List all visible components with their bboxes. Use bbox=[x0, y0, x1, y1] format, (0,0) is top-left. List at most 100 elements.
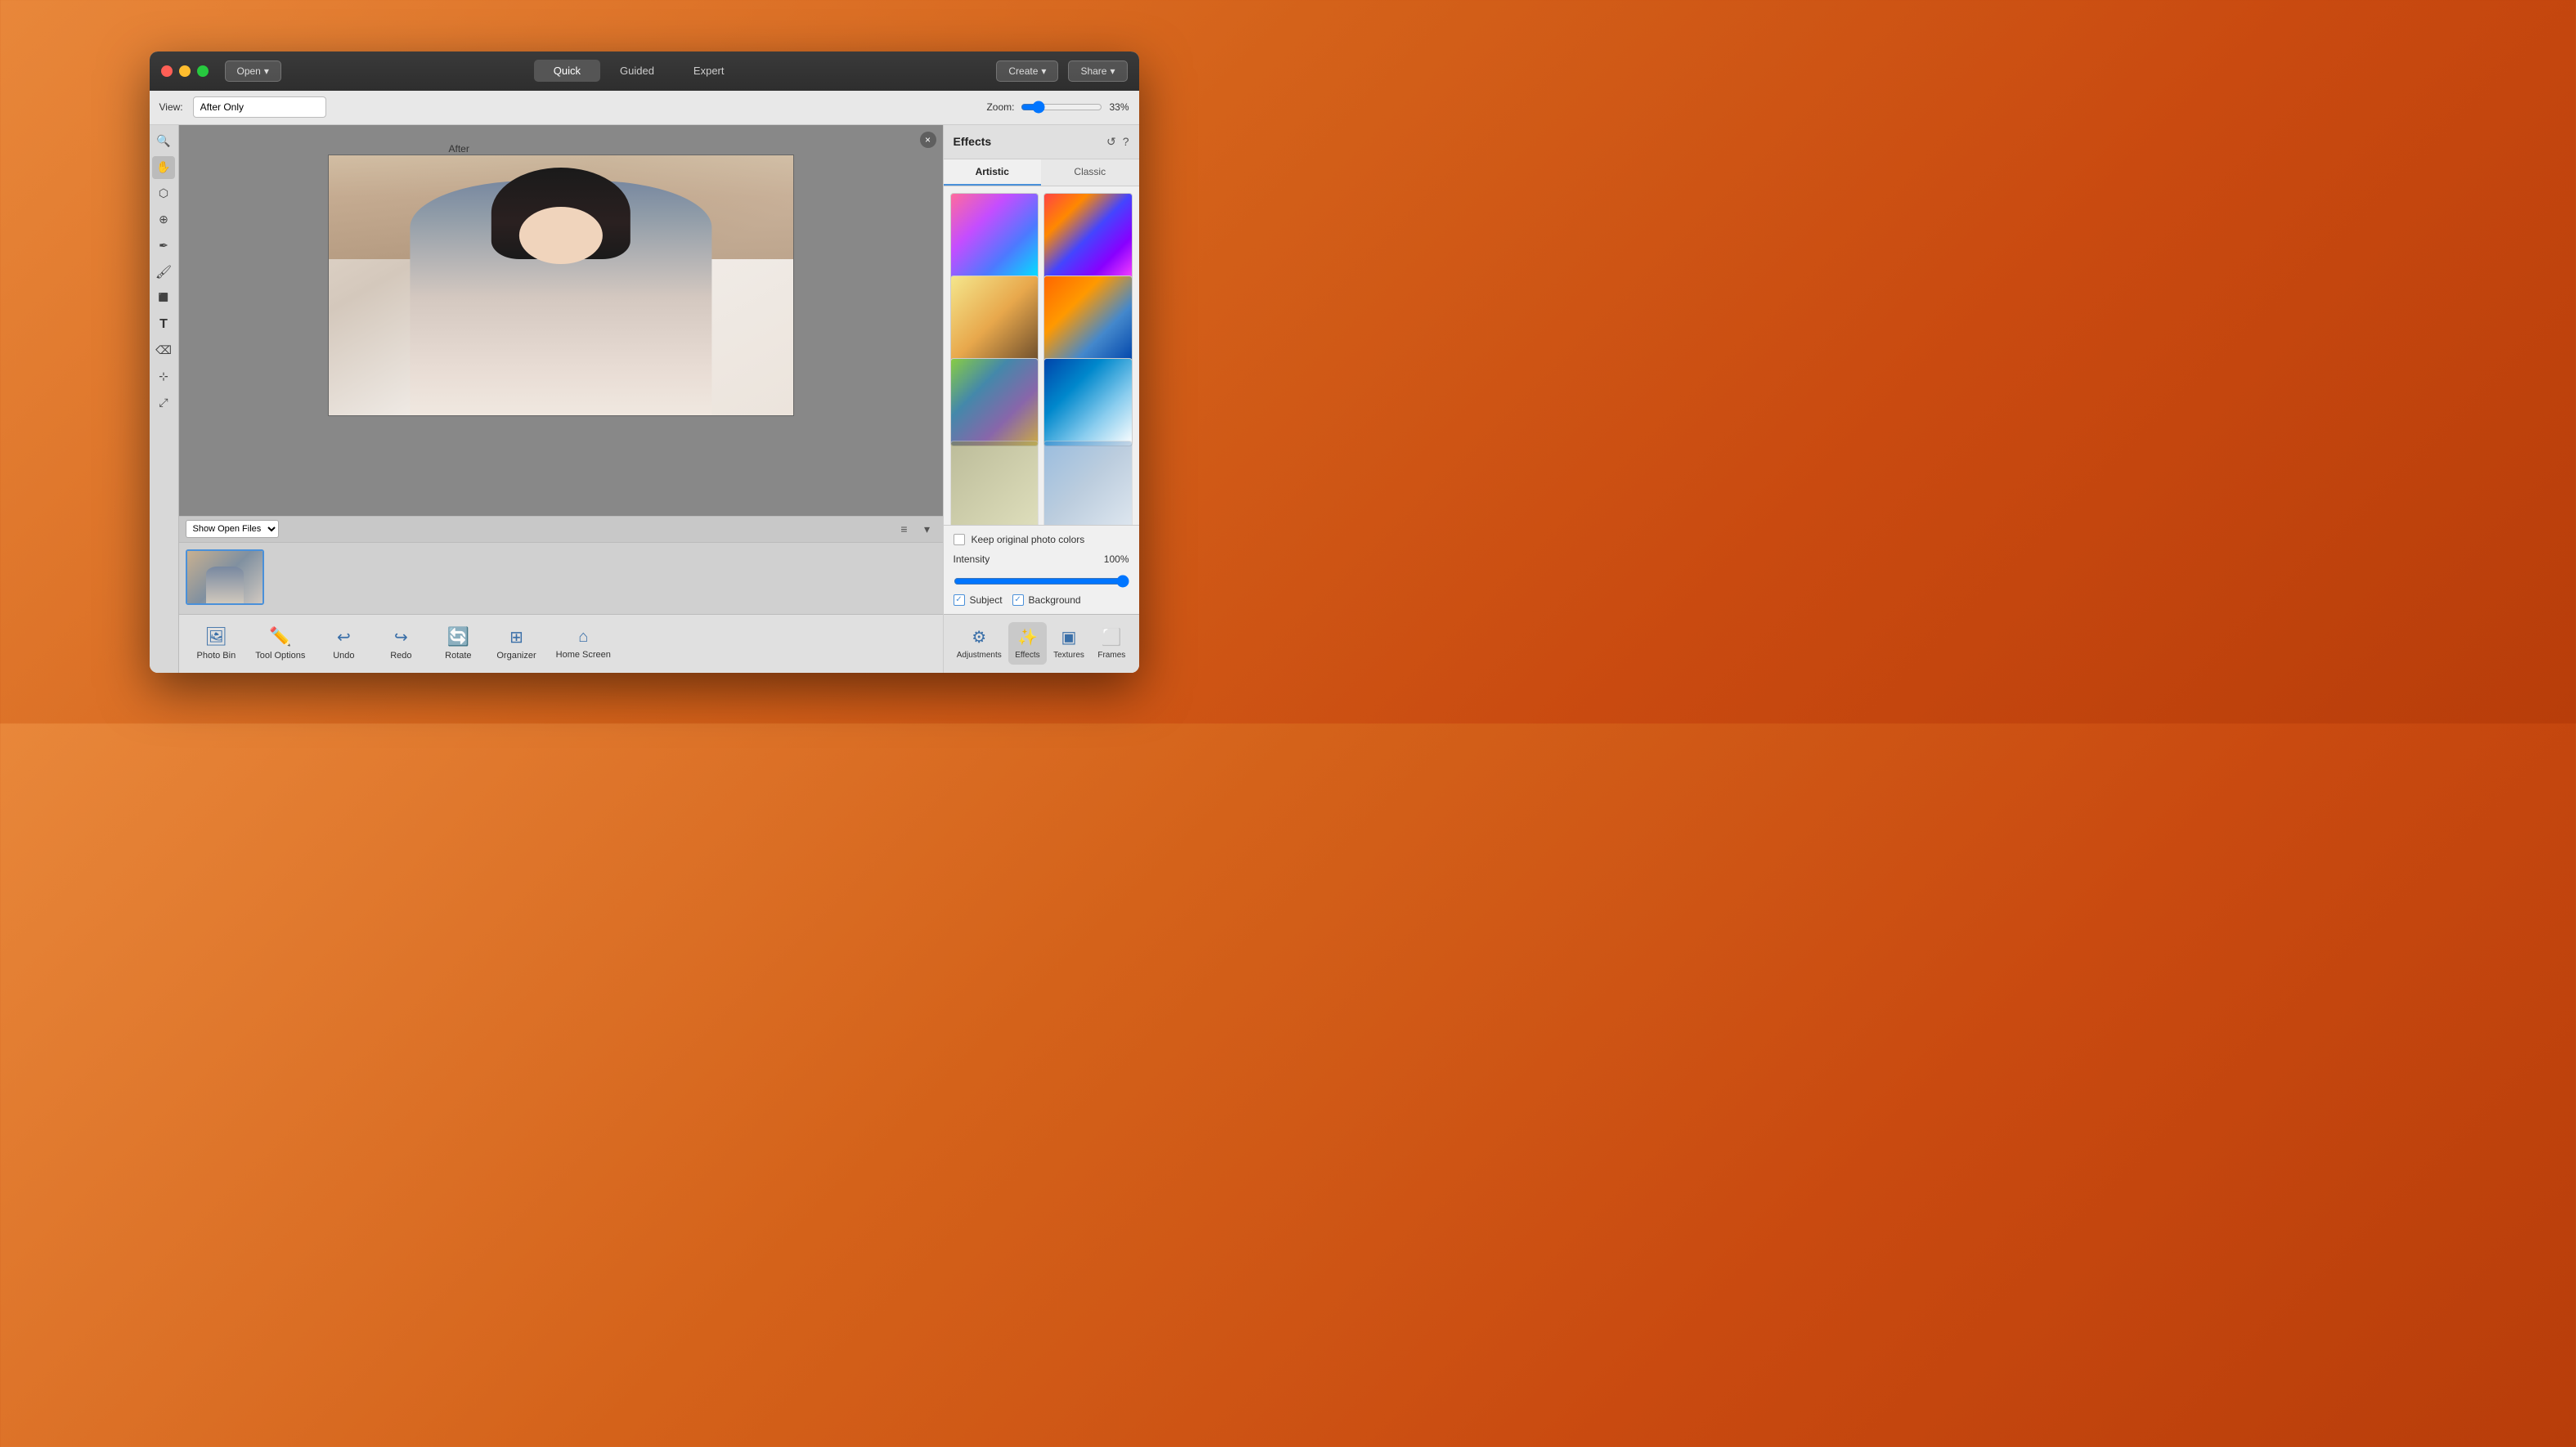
photo-bin-content bbox=[179, 543, 943, 614]
effect-sketch-1[interactable] bbox=[950, 441, 1039, 525]
effects-icon: ✨ bbox=[1017, 627, 1038, 647]
help-icon[interactable]: ? bbox=[1123, 135, 1129, 149]
brush-tool-button[interactable]: 🖌 bbox=[152, 261, 175, 284]
frames-button[interactable]: ⬜ Frames bbox=[1091, 622, 1132, 665]
search-tool-button[interactable]: 🔍 bbox=[152, 130, 175, 153]
redo-label: Redo bbox=[390, 651, 411, 661]
app-window: Open ▾ Quick Guided Expert Create ▾ Shar… bbox=[150, 52, 1139, 673]
intensity-label: Intensity bbox=[954, 553, 1104, 565]
right-panel-icons: ↺ ? bbox=[1106, 135, 1129, 149]
effect-mosaic[interactable] bbox=[1043, 193, 1133, 282]
home-screen-icon: ⌂ bbox=[578, 628, 588, 647]
effects-grid bbox=[944, 186, 1139, 525]
redo-icon: ↪ bbox=[394, 627, 408, 647]
rotate-button[interactable]: 🔄 Rotate bbox=[429, 621, 487, 665]
title-bar-actions: Create ▾ Share ▾ bbox=[996, 60, 1127, 82]
close-traffic-light[interactable] bbox=[161, 65, 173, 77]
show-open-files-select[interactable]: Show Open Files bbox=[186, 520, 279, 538]
shape-tool-button[interactable]: ⬛ bbox=[152, 287, 175, 310]
zoom-label: Zoom: bbox=[986, 101, 1014, 113]
transform-tool-button[interactable]: ⤢ bbox=[152, 392, 175, 414]
intensity-slider[interactable] bbox=[954, 575, 1129, 588]
intensity-row: Intensity 100% bbox=[954, 553, 1129, 565]
rotate-icon: 🔄 bbox=[447, 626, 469, 647]
thumb-image bbox=[187, 551, 263, 603]
effect-impressionist[interactable] bbox=[950, 358, 1039, 447]
effect-sketch-2[interactable] bbox=[1043, 441, 1133, 525]
canvas-area: After × bbox=[179, 125, 943, 516]
adjustments-icon: ⚙ bbox=[972, 627, 986, 647]
photo-bin: Show Open Files ≡ ▾ bbox=[179, 516, 943, 614]
effects-bottom-button[interactable]: ✨ Effects bbox=[1008, 622, 1046, 665]
share-button[interactable]: Share ▾ bbox=[1068, 60, 1127, 82]
image-canvas[interactable] bbox=[329, 155, 793, 415]
subject-checkbox[interactable]: ✓ bbox=[954, 594, 965, 606]
textures-label: Textures bbox=[1053, 651, 1084, 660]
subject-bg-row: ✓ Subject ✓ Background bbox=[954, 594, 1129, 606]
frames-label: Frames bbox=[1097, 651, 1125, 660]
tool-options-label: Tool Options bbox=[255, 651, 305, 661]
tab-artistic[interactable]: Artistic bbox=[944, 159, 1042, 186]
move-tool-button[interactable]: ✋ bbox=[152, 156, 175, 179]
crop-tool-button[interactable]: ⊹ bbox=[152, 365, 175, 388]
rotate-label: Rotate bbox=[445, 651, 471, 661]
right-panel-controls: Keep original photo colors Intensity 100… bbox=[944, 525, 1139, 614]
background-item: ✓ Background bbox=[1012, 594, 1081, 606]
minimize-traffic-light[interactable] bbox=[179, 65, 191, 77]
adjustments-label: Adjustments bbox=[957, 651, 1002, 660]
photo-bin-button[interactable]: 🖼 Photo Bin bbox=[187, 621, 246, 665]
tab-quick[interactable]: Quick bbox=[534, 60, 600, 82]
lasso-tool-button[interactable]: ⬡ bbox=[152, 182, 175, 205]
undo-label: Undo bbox=[333, 651, 354, 661]
right-panel: Effects ↺ ? Artistic Classic bbox=[943, 125, 1139, 673]
zoom-value: 33% bbox=[1109, 101, 1129, 113]
eyedropper-tool-button[interactable]: ✒ bbox=[152, 235, 175, 258]
adjustments-button[interactable]: ⚙ Adjustments bbox=[950, 622, 1008, 665]
intensity-value: 100% bbox=[1104, 553, 1129, 565]
open-button[interactable]: Open ▾ bbox=[225, 60, 281, 82]
image-frame bbox=[328, 155, 794, 416]
maximize-traffic-light[interactable] bbox=[197, 65, 209, 77]
close-canvas-button[interactable]: × bbox=[920, 132, 936, 148]
undo-button[interactable]: ↩ Undo bbox=[315, 622, 372, 665]
tab-expert[interactable]: Expert bbox=[674, 60, 744, 82]
subject-item: ✓ Subject bbox=[954, 594, 1003, 606]
effects-panel-title: Effects bbox=[954, 135, 992, 148]
effect-mona-lisa[interactable] bbox=[950, 276, 1039, 365]
view-select[interactable]: After Only Before Only Before & After Ho… bbox=[193, 96, 326, 118]
textures-button[interactable]: ▣ Textures bbox=[1047, 622, 1091, 665]
background-checkbox[interactable]: ✓ bbox=[1012, 594, 1024, 606]
home-screen-label: Home Screen bbox=[556, 650, 611, 660]
title-bar: Open ▾ Quick Guided Expert Create ▾ Shar… bbox=[150, 52, 1139, 91]
create-button[interactable]: Create ▾ bbox=[996, 60, 1058, 82]
keep-colors-row: Keep original photo colors bbox=[954, 534, 1129, 545]
chevron-down-icon: ▾ bbox=[1110, 65, 1115, 77]
bin-list-view-button[interactable]: ≡ bbox=[895, 520, 913, 538]
main-layout: 🔍 ✋ ⬡ ⊕ ✒ 🖌 ⬛ T ⌫ ⊹ ⤢ After × bbox=[150, 125, 1139, 673]
effect-colorful-lines[interactable] bbox=[950, 193, 1039, 282]
bin-expand-button[interactable]: ▾ bbox=[918, 520, 936, 538]
organizer-button[interactable]: ⊞ Organizer bbox=[487, 622, 545, 665]
eraser-tool-button[interactable]: ⌫ bbox=[152, 339, 175, 362]
photo-thumbnail[interactable] bbox=[186, 549, 264, 605]
tab-guided[interactable]: Guided bbox=[600, 60, 674, 82]
photo-bin-actions: ≡ ▾ bbox=[895, 520, 936, 538]
zoom-slider[interactable] bbox=[1021, 101, 1102, 114]
effect-great-wave[interactable] bbox=[1043, 358, 1133, 447]
tool-options-button[interactable]: ✏️ Tool Options bbox=[245, 621, 315, 665]
refresh-icon[interactable]: ↺ bbox=[1106, 135, 1116, 149]
tab-classic[interactable]: Classic bbox=[1041, 159, 1139, 186]
bottom-toolbar: 🖼 Photo Bin ✏️ Tool Options ↩ Undo ↪ Red… bbox=[179, 614, 943, 673]
organizer-icon: ⊞ bbox=[509, 627, 523, 647]
effect-portrait-art[interactable] bbox=[1043, 276, 1133, 365]
home-screen-button[interactable]: ⌂ Home Screen bbox=[546, 623, 621, 665]
redo-button[interactable]: ↪ Redo bbox=[372, 622, 429, 665]
chevron-down-icon: ▾ bbox=[1041, 65, 1046, 77]
target-tool-button[interactable]: ⊕ bbox=[152, 208, 175, 231]
frames-icon: ⬜ bbox=[1102, 627, 1122, 647]
tab-bar: Quick Guided Expert bbox=[281, 60, 996, 82]
photo-bin-icon: 🖼 bbox=[204, 626, 227, 647]
text-tool-button[interactable]: T bbox=[152, 313, 175, 336]
keep-colors-checkbox[interactable] bbox=[954, 534, 965, 545]
right-bottom-toolbar: ⚙ Adjustments ✨ Effects ▣ Textures ⬜ Fra… bbox=[944, 614, 1139, 673]
